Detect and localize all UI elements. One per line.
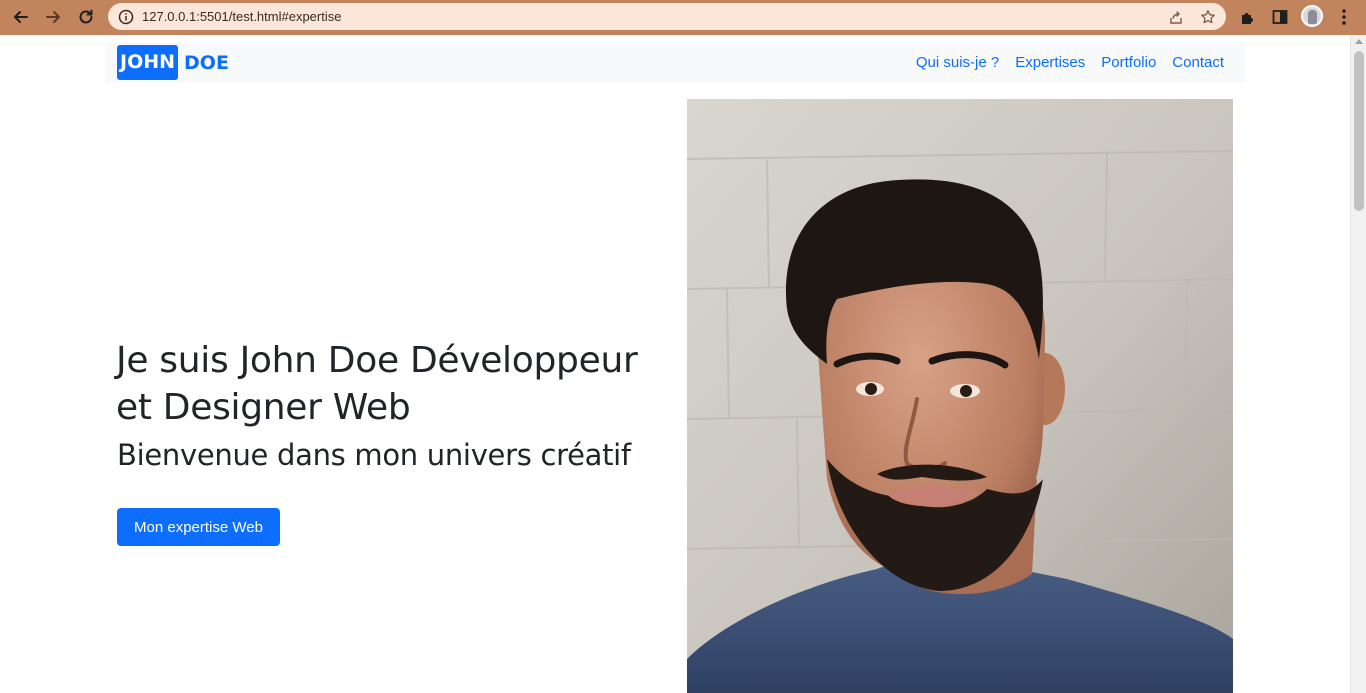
reload-icon[interactable] bbox=[74, 5, 98, 29]
portrait-photo bbox=[687, 99, 1233, 693]
address-bar-url: 127.0.0.1:5501/test.html#expertise bbox=[142, 9, 342, 24]
brand-last-name: DOE bbox=[184, 51, 229, 74]
brand-first-name: JOHN bbox=[117, 45, 179, 80]
scroll-up-arrow-icon[interactable] bbox=[1355, 39, 1363, 44]
side-panel-icon[interactable] bbox=[1269, 6, 1291, 28]
nav-link-qui-suis-je[interactable]: Qui suis-je ? bbox=[916, 54, 999, 71]
expertise-button[interactable]: Mon expertise Web bbox=[117, 508, 280, 546]
navbar: JOHN DOE Qui suis-je ? Expertises Portfo… bbox=[106, 43, 1245, 83]
nav-link-portfolio[interactable]: Portfolio bbox=[1101, 54, 1156, 71]
share-icon[interactable] bbox=[1167, 8, 1185, 26]
star-icon[interactable] bbox=[1199, 8, 1217, 26]
hero-title: Je suis John Doe Développeur et Designer… bbox=[116, 340, 638, 428]
browser-toolbar: 127.0.0.1:5501/test.html#expertise bbox=[0, 0, 1366, 35]
nav-link-contact[interactable]: Contact bbox=[1172, 54, 1224, 71]
nav-link-expertises[interactable]: Expertises bbox=[1015, 54, 1085, 71]
scrollbar-thumb[interactable] bbox=[1354, 51, 1364, 211]
profile-avatar[interactable] bbox=[1301, 5, 1323, 27]
extensions-icon[interactable] bbox=[1237, 6, 1259, 28]
info-icon[interactable] bbox=[117, 8, 135, 26]
back-arrow-icon[interactable] bbox=[9, 5, 33, 29]
page-viewport: JOHN DOE Qui suis-je ? Expertises Portfo… bbox=[0, 35, 1350, 693]
address-bar[interactable]: 127.0.0.1:5501/test.html#expertise bbox=[108, 3, 1226, 30]
hero-subtitle: Bienvenue dans mon univers créatif bbox=[117, 438, 631, 472]
menu-dots-icon[interactable] bbox=[1333, 6, 1355, 28]
nav-links: Qui suis-je ? Expertises Portfolio Conta… bbox=[916, 54, 1224, 71]
brand-logo[interactable]: JOHN DOE bbox=[117, 45, 229, 80]
forward-arrow-icon[interactable] bbox=[41, 5, 65, 29]
page-scrollbar[interactable] bbox=[1350, 35, 1366, 693]
